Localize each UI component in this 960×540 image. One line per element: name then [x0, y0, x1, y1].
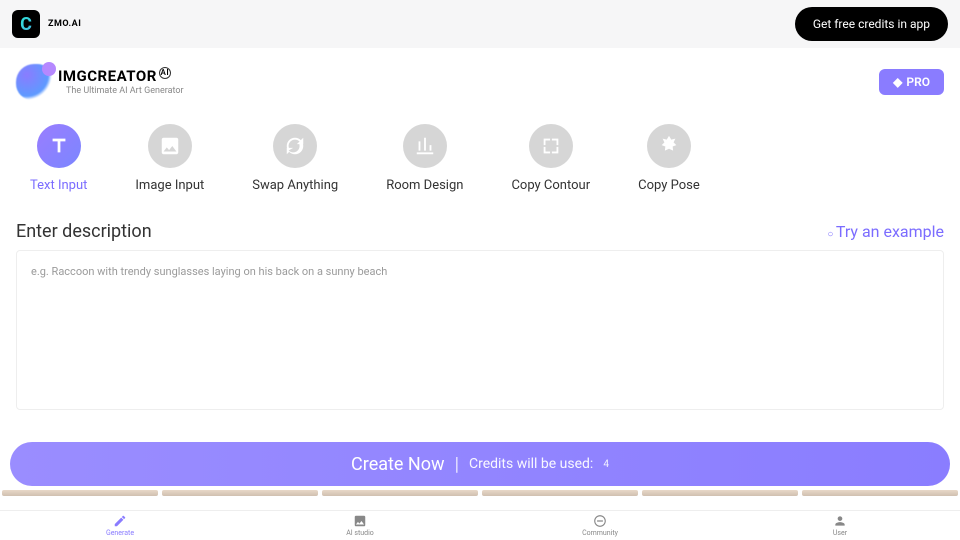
separator: |: [455, 454, 459, 475]
brand: IMGCREATORAI The Ultimate AI Art Generat…: [16, 64, 184, 100]
pro-button[interactable]: ◆ PRO: [879, 69, 944, 95]
room-icon: [403, 124, 447, 168]
create-now-button[interactable]: Create Now | Credits will be used: 4: [10, 442, 950, 486]
gallery-strip: [0, 490, 960, 496]
tab-image-input[interactable]: Image Input: [135, 124, 204, 193]
try-example-link[interactable]: Try an example: [827, 222, 944, 241]
swap-icon: [273, 124, 317, 168]
globe-icon: [593, 514, 607, 528]
bottom-nav: Generate AI studio Community User: [0, 510, 960, 540]
image-icon: [148, 124, 192, 168]
topbar: C ZMO.AI Get free credits in app: [0, 0, 960, 48]
text-icon: [37, 124, 81, 168]
diamond-icon: ◆: [893, 75, 902, 89]
nav-generate[interactable]: Generate: [0, 511, 240, 540]
zmo-logo-icon: C: [12, 10, 40, 38]
tab-text-input[interactable]: Text Input: [30, 124, 87, 193]
nav-community[interactable]: Community: [480, 511, 720, 540]
edit-icon: [113, 514, 127, 528]
description-title: Enter description: [16, 221, 152, 242]
tab-label: Room Design: [386, 178, 463, 193]
tab-label: Text Input: [30, 178, 87, 193]
pose-icon: [647, 124, 691, 168]
nav-user[interactable]: User: [720, 511, 960, 540]
tab-copy-pose[interactable]: Copy Pose: [638, 124, 700, 193]
create-label: Create Now: [351, 454, 445, 475]
topbar-brand-group: C ZMO.AI: [12, 10, 81, 38]
tab-swap-anything[interactable]: Swap Anything: [252, 124, 338, 193]
brand-subtitle: The Ultimate AI Art Generator: [66, 87, 184, 96]
contour-icon: [529, 124, 573, 168]
brand-header: IMGCREATORAI The Ultimate AI Art Generat…: [0, 48, 960, 100]
brand-blob-icon: [16, 64, 52, 100]
get-credits-button[interactable]: Get free credits in app: [795, 7, 948, 41]
tab-copy-contour[interactable]: Copy Contour: [511, 124, 590, 193]
credits-label: Credits will be used:: [469, 456, 593, 472]
tab-label: Image Input: [135, 178, 204, 193]
nav-ai-studio[interactable]: AI studio: [240, 511, 480, 540]
prompt-input[interactable]: [16, 250, 944, 410]
description-header: Enter description Try an example: [0, 193, 960, 250]
tab-label: Copy Contour: [511, 178, 590, 193]
brand-title: IMGCREATORAI: [58, 69, 184, 84]
topbar-brand-text: ZMO.AI: [48, 19, 81, 29]
studio-icon: [353, 514, 367, 528]
tab-label: Swap Anything: [252, 178, 338, 193]
tab-label: Copy Pose: [638, 178, 700, 193]
user-icon: [833, 514, 847, 528]
tab-room-design[interactable]: Room Design: [386, 124, 463, 193]
credits-value: 4: [603, 459, 609, 470]
mode-tabs: Text Input Image Input Swap Anything Roo…: [0, 100, 960, 193]
